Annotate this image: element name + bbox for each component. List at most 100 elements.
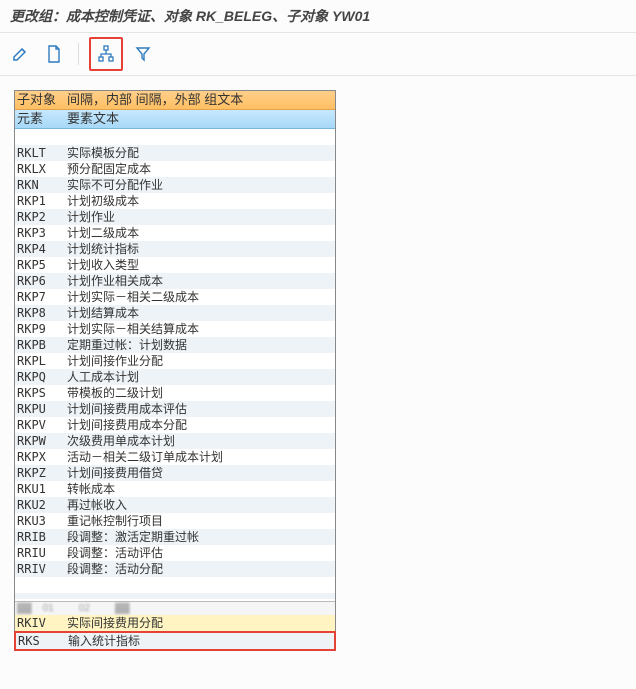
table-row[interactable]: RKPV计划间接费用成本分配 — [15, 417, 335, 433]
row-code: RKP7 — [17, 289, 67, 305]
scroll-hint: ▓▓ 01 02 ▓▓ — [15, 602, 335, 615]
row-text: 段调整：活动分配 — [67, 561, 333, 577]
table-row[interactable]: RKU1转帐成本 — [15, 481, 335, 497]
table-row[interactable]: RKPW次级费用单成本计划 — [15, 433, 335, 449]
row-code: RKLX — [17, 161, 67, 177]
row-text: 重记帐控制行项目 — [67, 513, 333, 529]
row-text: 计划作业相关成本 — [67, 273, 333, 289]
table-row[interactable]: RKPQ人工成本计划 — [15, 369, 335, 385]
scroll-hint-text: ▓▓ 01 02 ▓▓ — [17, 603, 130, 614]
row-code: RKPU — [17, 401, 67, 417]
row-text: 人工成本计划 — [67, 369, 333, 385]
table-row[interactable]: RKU3重记帐控制行项目 — [15, 513, 335, 529]
table-row[interactable]: RRIB段调整：激活定期重过帐 — [15, 529, 335, 545]
pencil-icon — [12, 46, 28, 62]
table-row[interactable]: RKU2再过帐收入 — [15, 497, 335, 513]
row-text: 计划实际－相关结算成本 — [67, 321, 333, 337]
list-panel: 子对象 间隔，内部 间隔，外部 组文本 元素 要素文本 RKLT实际模板分配RK… — [14, 90, 336, 651]
row-code: RKP5 — [17, 257, 67, 273]
funnel-icon — [135, 46, 151, 62]
header-orange: 子对象 间隔，内部 间隔，外部 组文本 — [15, 91, 335, 110]
edit-button[interactable] — [6, 40, 34, 68]
table-row[interactable]: RKN实际不可分配作业 — [15, 177, 335, 193]
row-code: RKP9 — [17, 321, 67, 337]
table-row[interactable]: RKP4计划统计指标 — [15, 241, 335, 257]
table-row[interactable]: RKPZ计划间接费用借贷 — [15, 465, 335, 481]
row-code: RKIV — [17, 615, 67, 631]
highlight-hierarchy — [89, 37, 123, 71]
table-row[interactable]: RKPX活动－相关二级订单成本计划 — [15, 449, 335, 465]
hierarchy-button[interactable] — [92, 40, 120, 68]
row-code: RKP1 — [17, 193, 67, 209]
header-blue-c1: 元素 — [17, 110, 67, 128]
row-after-scroll[interactable]: RKIV 实际间接费用分配 — [15, 615, 335, 631]
highlight-row-box: RKS 输入统计指标 — [14, 631, 336, 651]
row-code: RKPB — [17, 337, 67, 353]
row-code: RKU2 — [17, 497, 67, 513]
page-icon — [46, 45, 62, 63]
row-text: 再过帐收入 — [67, 497, 333, 513]
table-row[interactable]: RKP6计划作业相关成本 — [15, 273, 335, 289]
filter-button[interactable] — [129, 40, 157, 68]
row-text: 预分配固定成本 — [67, 161, 333, 177]
row-text: 输入统计指标 — [68, 633, 332, 649]
table-row[interactable]: RKLT实际模板分配 — [15, 145, 335, 161]
row-text: 计划统计指标 — [67, 241, 333, 257]
table-row[interactable]: RKP1计划初级成本 — [15, 193, 335, 209]
row-code: RKP6 — [17, 273, 67, 289]
row-code: RKPZ — [17, 465, 67, 481]
row-text: 实际不可分配作业 — [67, 177, 333, 193]
table-row[interactable]: RKP2计划作业 — [15, 209, 335, 225]
highlight-row[interactable]: RKS 输入统计指标 — [16, 633, 334, 649]
blank-row — [15, 577, 335, 593]
row-code: RKPV — [17, 417, 67, 433]
table-row[interactable]: RKPU计划间接费用成本评估 — [15, 401, 335, 417]
row-text: 计划初级成本 — [67, 193, 333, 209]
row-code: RKP3 — [17, 225, 67, 241]
row-code: RKU3 — [17, 513, 67, 529]
table-row[interactable]: RKP3计划二级成本 — [15, 225, 335, 241]
page-title: 更改组：成本控制凭证、对象 RK_BELEG、子对象 YW01 — [0, 0, 636, 32]
table-row[interactable]: RKP7计划实际－相关二级成本 — [15, 289, 335, 305]
row-code: RRIB — [17, 529, 67, 545]
table-row[interactable]: RRIU段调整：活动评估 — [15, 545, 335, 561]
table-row[interactable]: RKP9计划实际－相关结算成本 — [15, 321, 335, 337]
row-text: 计划结算成本 — [67, 305, 333, 321]
row-text: 段调整：激活定期重过帐 — [67, 529, 333, 545]
hierarchy-icon — [97, 45, 115, 63]
table-row[interactable]: RKP5计划收入类型 — [15, 257, 335, 273]
table-row[interactable]: RKLX预分配固定成本 — [15, 161, 335, 177]
row-text: 计划收入类型 — [67, 257, 333, 273]
row-code: RKP2 — [17, 209, 67, 225]
row-text: 计划作业 — [67, 209, 333, 225]
row-text: 计划二级成本 — [67, 225, 333, 241]
row-text: 计划间接费用成本分配 — [67, 417, 333, 433]
blank-row — [15, 129, 335, 145]
row-text: 段调整：活动评估 — [67, 545, 333, 561]
table-row[interactable]: RKPL计划间接作业分配 — [15, 353, 335, 369]
toolbar — [0, 32, 636, 76]
row-text: 计划间接费用成本评估 — [67, 401, 333, 417]
table-row[interactable]: RKP8计划结算成本 — [15, 305, 335, 321]
table-row[interactable]: RKPS带模板的二级计划 — [15, 385, 335, 401]
row-code: RKPS — [17, 385, 67, 401]
list-rows: RKLT实际模板分配RKLX预分配固定成本RKN实际不可分配作业RKP1计划初级… — [15, 129, 335, 599]
header-blue: 元素 要素文本 — [15, 110, 335, 129]
bottom-strip: ▓▓ 01 02 ▓▓ RKIV 实际间接费用分配 RKS 输入统计指标 — [15, 601, 335, 651]
table-row[interactable]: RRIV段调整：活动分配 — [15, 561, 335, 577]
row-text: 计划实际－相关二级成本 — [67, 289, 333, 305]
row-text: 实际模板分配 — [67, 145, 333, 161]
row-text: 转帐成本 — [67, 481, 333, 497]
header-orange-c2: 间隔，内部 间隔，外部 组文本 — [67, 91, 333, 109]
row-text: 计划间接费用借贷 — [67, 465, 333, 481]
new-page-button[interactable] — [40, 40, 68, 68]
row-text: 实际间接费用分配 — [67, 615, 333, 631]
row-code: RKN — [17, 177, 67, 193]
row-code: RKS — [18, 633, 68, 649]
table-row[interactable]: RKPB定期重过帐：计划数据 — [15, 337, 335, 353]
row-code: RKLT — [17, 145, 67, 161]
header-blue-c2: 要素文本 — [67, 110, 333, 128]
toolbar-divider — [78, 43, 79, 65]
row-text: 计划间接作业分配 — [67, 353, 333, 369]
row-code: RKP8 — [17, 305, 67, 321]
